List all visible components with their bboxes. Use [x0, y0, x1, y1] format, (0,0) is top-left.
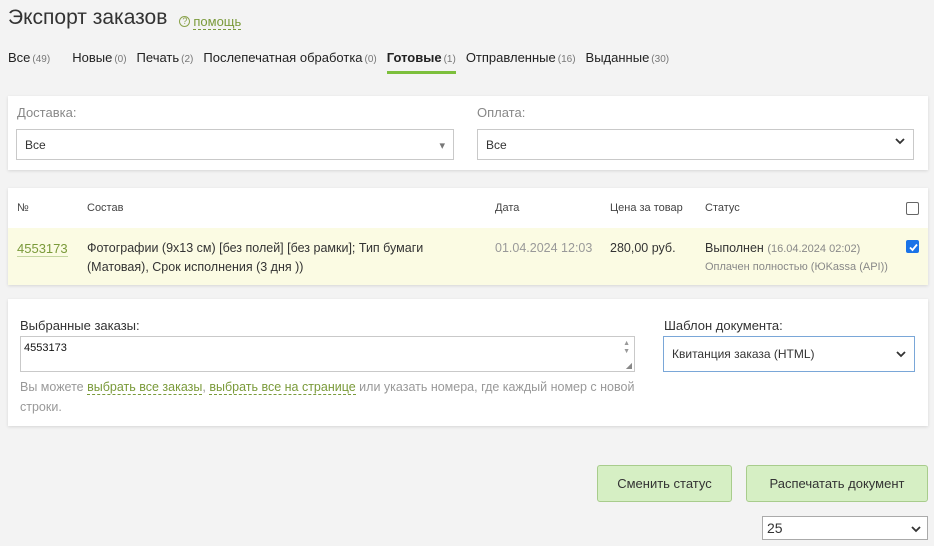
resize-grip-icon[interactable]: ◢: [626, 361, 632, 370]
checkmark-icon: [909, 243, 918, 252]
tab-count: (0): [114, 54, 127, 65]
chevron-down-icon: [895, 138, 905, 145]
tab-count: (30): [651, 54, 670, 65]
payment-label: Оплата:: [477, 105, 526, 120]
per-page-value: 25: [767, 520, 783, 536]
tab-ready[interactable]: Готовые (1): [386, 50, 456, 74]
status-tabs: Все (49) Новые (0) Печать (2) Послепечатная…: [8, 50, 679, 74]
tab-issued[interactable]: Выданные (30): [586, 50, 670, 74]
selected-orders-textarea[interactable]: 4553173 ▲ ▼ ◢: [20, 336, 635, 372]
order-status: Выполнен (16.04.2024 02:02): [705, 241, 860, 255]
change-status-button[interactable]: Сменить статус: [597, 465, 732, 502]
orders-table: № Состав Дата Цена за товар Статус 45531…: [8, 188, 928, 285]
tab-label: Отправленные: [465, 50, 556, 65]
tab-all[interactable]: Все (49): [8, 50, 50, 74]
question-circle-icon: ?: [179, 16, 191, 27]
tab-label: Выданные: [585, 50, 650, 65]
page-title: Экспорт заказов: [8, 6, 168, 29]
delivery-select-value: Все: [25, 137, 46, 152]
hint-text: Вы можете: [20, 380, 88, 394]
selected-orders-label: Выбранные заказы:: [20, 318, 140, 333]
select-all-on-page-link[interactable]: выбрать все на странице: [209, 380, 356, 395]
order-status-text: Выполнен: [705, 241, 764, 255]
chevron-down-icon: [896, 351, 906, 358]
order-composition: Фотографии (9х13 см) [без полей] [без ра…: [87, 241, 424, 274]
row-checkbox[interactable]: [906, 240, 919, 253]
select-all-checkbox[interactable]: [906, 202, 919, 215]
selection-hint: Вы можете выбрать все заказы, выбрать вс…: [20, 377, 640, 417]
order-number-link[interactable]: 4553173: [17, 241, 68, 257]
scroll-up-icon: ▲: [623, 340, 630, 347]
filters-panel: Доставка: Все ▾ Оплата: Все: [8, 96, 928, 170]
tab-count: (1): [443, 54, 456, 65]
order-price: 280,00 руб.: [610, 241, 676, 255]
table-row: 4553173 Фотографии (9х13 см) [без полей]…: [8, 228, 928, 285]
document-template-value: Квитанция заказа (HTML): [672, 347, 815, 361]
tab-sent[interactable]: Отправленные (16): [466, 50, 576, 74]
col-header-num: №: [17, 202, 29, 214]
order-payment-status: Оплачен полностью (ЮKassa (API)): [705, 261, 888, 273]
tab-label: Послепечатная обработка: [203, 50, 363, 65]
document-template-select[interactable]: Квитанция заказа (HTML): [663, 336, 915, 372]
scroll-down-icon: ▼: [623, 348, 630, 355]
tab-count: (2): [181, 54, 194, 65]
tab-print[interactable]: Печать (2): [137, 50, 194, 74]
print-document-button[interactable]: Распечатать документ: [746, 465, 928, 502]
help-link-label: помощь: [193, 13, 242, 30]
tab-count: (0): [364, 54, 377, 65]
triangle-down-icon: ▾: [439, 140, 445, 152]
col-header-price: Цена за товар: [610, 202, 683, 214]
help-link[interactable]: ? помощь: [179, 13, 242, 30]
document-template-label: Шаблон документа:: [664, 318, 783, 333]
chevron-down-icon: [911, 526, 921, 533]
page-header: Экспорт заказов ? помощь: [8, 6, 242, 30]
tab-label: Печать: [136, 50, 180, 65]
order-date: 01.04.2024 12:03: [495, 241, 593, 255]
col-header-date: Дата: [495, 202, 520, 214]
select-all-orders-link[interactable]: выбрать все заказы: [87, 380, 203, 395]
delivery-select[interactable]: Все ▾: [16, 129, 454, 160]
textarea-scroll-arrows[interactable]: ▲ ▼: [623, 340, 630, 356]
tab-label: Все: [8, 50, 31, 65]
tab-new[interactable]: Новые (0): [72, 50, 126, 74]
tab-count: (49): [32, 54, 51, 65]
per-page-select[interactable]: 25: [762, 516, 928, 540]
col-header-status: Статус: [705, 202, 740, 214]
col-header-composition: Состав: [87, 202, 124, 214]
export-panel: Выбранные заказы: 4553173 ▲ ▼ ◢ Вы может…: [8, 299, 928, 426]
tab-postprint[interactable]: Послепечатная обработка (0): [203, 50, 376, 74]
tab-label: Новые: [72, 50, 113, 65]
tab-count: (16): [557, 54, 576, 65]
delivery-label: Доставка:: [17, 105, 77, 120]
payment-select[interactable]: Все: [477, 129, 914, 160]
selected-orders-value: 4553173: [24, 342, 67, 354]
tab-label: Готовые: [386, 50, 442, 65]
order-status-date: (16.04.2024 02:02): [767, 243, 861, 255]
payment-select-value: Все: [486, 137, 507, 152]
